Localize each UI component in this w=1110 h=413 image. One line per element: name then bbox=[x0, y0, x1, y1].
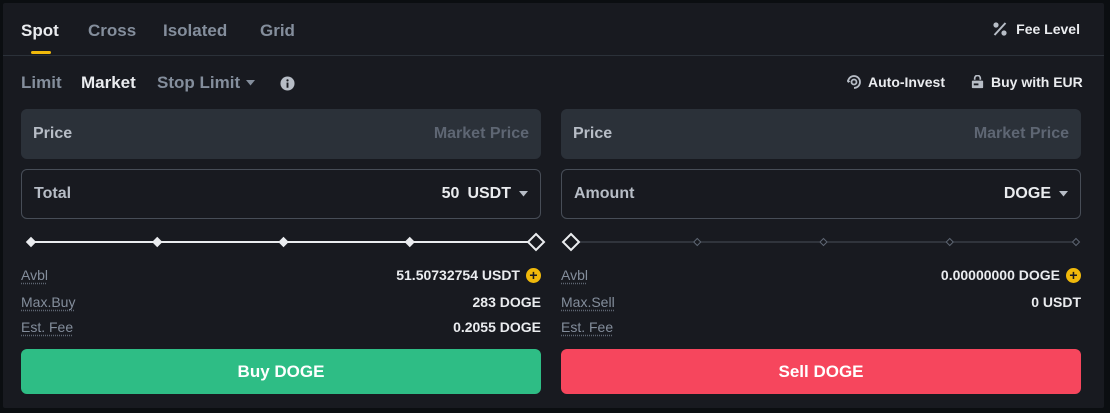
buy-total-value[interactable]: 50 bbox=[442, 185, 460, 203]
order-type-stop-limit[interactable]: Stop Limit bbox=[157, 73, 256, 93]
buy-with-eur-label: Buy with EUR bbox=[991, 74, 1083, 90]
active-tab-indicator bbox=[31, 51, 51, 54]
buy-fee-row: Est. Fee 0.2055 DOGE bbox=[21, 317, 541, 337]
sell-amount-unit: DOGE bbox=[1003, 185, 1051, 202]
buy-total-unit: USDT bbox=[467, 185, 511, 202]
buy-slider-stop-3[interactable] bbox=[404, 236, 415, 248]
info-icon[interactable] bbox=[280, 76, 295, 91]
sell-fee-label: Est. Fee bbox=[561, 319, 614, 335]
sell-slider-stop-2[interactable] bbox=[819, 237, 828, 247]
sell-slider-stop-1[interactable] bbox=[693, 237, 702, 247]
order-type-limit[interactable]: Limit bbox=[21, 73, 62, 93]
buy-price-field[interactable]: Price Market Price bbox=[21, 109, 541, 159]
sell-avbl-value: 0.00000000 DOGE bbox=[940, 267, 1060, 283]
buy-price-label: Price bbox=[33, 125, 73, 142]
caret-down-icon bbox=[1059, 191, 1068, 197]
tab-cross[interactable]: Cross bbox=[88, 21, 136, 41]
tab-isolated[interactable]: Isolated bbox=[163, 21, 227, 41]
buy-price-placeholder: Market Price bbox=[433, 125, 529, 142]
buy-with-eur-link[interactable]: Buy with EUR bbox=[970, 74, 1083, 90]
percent-icon bbox=[993, 22, 1007, 36]
sell-max-row: Max.Sell 0 USDT bbox=[561, 292, 1081, 312]
max-sell-value: 0 USDT bbox=[1031, 294, 1081, 310]
max-sell-label: Max.Sell bbox=[561, 294, 615, 310]
order-type-market-label: Market bbox=[81, 73, 136, 92]
buy-slider-stop-0[interactable] bbox=[25, 236, 37, 248]
sell-doge-button[interactable]: Sell DOGE bbox=[561, 349, 1081, 394]
trade-mode-tabs: Spot Cross Isolated Grid Fee Level bbox=[3, 3, 1104, 56]
sell-slider-stop-3[interactable] bbox=[945, 237, 954, 247]
buy-total-label: Total bbox=[34, 185, 72, 202]
buy-slider-stop-1[interactable] bbox=[152, 236, 163, 248]
buy-avbl-row: Avbl 51.50732754 USDT + bbox=[21, 265, 541, 285]
buy-max-row: Max.Buy 283 DOGE bbox=[21, 292, 541, 312]
sell-slider-stop-4[interactable] bbox=[1071, 237, 1081, 247]
fee-level-label: Fee Level bbox=[1016, 21, 1080, 37]
buy-avbl-label: Avbl bbox=[21, 267, 48, 283]
sell-price-label: Price bbox=[573, 125, 613, 142]
buy-total-unit-select[interactable]: USDT bbox=[467, 185, 528, 203]
auto-invest-icon bbox=[847, 75, 861, 89]
tab-spot[interactable]: Spot bbox=[21, 21, 59, 41]
sell-price-field[interactable]: Price Market Price bbox=[561, 109, 1081, 159]
caret-down-icon bbox=[519, 191, 528, 197]
card-icon bbox=[971, 74, 984, 88]
order-type-market[interactable]: Market bbox=[81, 73, 136, 93]
caret-down-icon bbox=[246, 80, 256, 86]
auto-invest-link[interactable]: Auto-Invest bbox=[846, 74, 945, 90]
sell-price-placeholder: Market Price bbox=[973, 125, 1069, 142]
buy-doge-button[interactable]: Buy DOGE bbox=[21, 349, 541, 394]
tab-grid[interactable]: Grid bbox=[260, 21, 295, 41]
buy-avbl-value: 51.50732754 USDT bbox=[396, 267, 520, 283]
order-type-limit-label: Limit bbox=[21, 73, 62, 92]
trade-panel: Spot Cross Isolated Grid Fee Level Limit… bbox=[3, 3, 1104, 408]
sell-amount-field[interactable]: Amount DOGE bbox=[561, 169, 1081, 219]
sell-slider-track[interactable] bbox=[561, 232, 1081, 252]
buy-amount-slider[interactable] bbox=[21, 232, 546, 252]
buy-slider-track[interactable] bbox=[21, 232, 546, 252]
sell-amount-label: Amount bbox=[574, 185, 635, 202]
sell-avbl-label: Avbl bbox=[561, 267, 588, 283]
buy-fee-label: Est. Fee bbox=[21, 319, 74, 335]
buy-total-field[interactable]: Total 50 USDT bbox=[21, 169, 541, 219]
fee-level-button[interactable]: Fee Level bbox=[992, 21, 1080, 37]
deposit-plus-icon[interactable]: + bbox=[526, 267, 541, 283]
sell-fee-row: Est. Fee bbox=[561, 317, 1081, 337]
deposit-plus-icon[interactable]: + bbox=[1066, 267, 1081, 283]
order-type-stop-limit-label: Stop Limit bbox=[157, 73, 241, 92]
sell-slider-handle[interactable] bbox=[561, 232, 581, 252]
max-buy-label: Max.Buy bbox=[21, 294, 76, 310]
max-buy-value: 283 DOGE bbox=[472, 294, 541, 310]
sell-avbl-row: Avbl 0.00000000 DOGE + bbox=[561, 265, 1081, 285]
buy-slider-handle[interactable] bbox=[526, 232, 546, 252]
auto-invest-label: Auto-Invest bbox=[868, 74, 945, 90]
buy-fee-value: 0.2055 DOGE bbox=[453, 319, 541, 335]
buy-slider-stop-2[interactable] bbox=[278, 236, 289, 248]
sell-amount-unit-select[interactable]: DOGE bbox=[1004, 185, 1068, 203]
sell-amount-slider[interactable] bbox=[561, 232, 1081, 252]
